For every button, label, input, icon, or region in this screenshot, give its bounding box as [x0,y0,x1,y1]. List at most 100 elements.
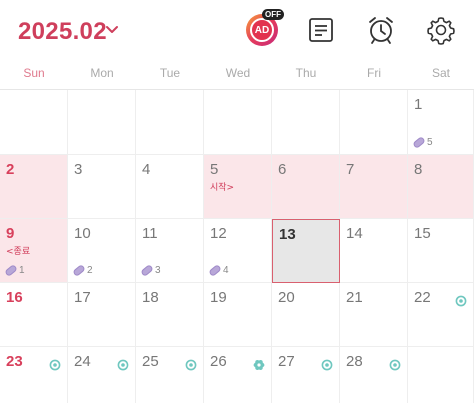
day-cell-4[interactable]: 4 [136,155,204,219]
day-number: 20 [278,289,295,306]
weekday-sun: Sun [23,66,45,80]
day-number: 6 [278,161,287,178]
day-number: 12 [210,225,227,242]
day-cell-24[interactable]: 24 [68,347,136,403]
pill-record: 5 [412,135,433,150]
day-cell-28[interactable]: 28 [340,347,408,403]
pill-icon [72,263,86,278]
day-number: 8 [414,161,423,178]
alarm-button[interactable] [363,12,399,48]
day-cell-9[interactable]: 9 <종료 1 [0,219,68,283]
day-number: 17 [74,289,91,306]
day-cell-7[interactable]: 7 [340,155,408,219]
day-cell-26[interactable]: 26 [204,347,272,403]
day-number: 5 [210,161,219,178]
empty-day-cell [408,347,474,403]
day-cell-8[interactable]: 8 [408,155,474,219]
day-cell-1[interactable]: 15 [408,90,474,155]
day-cell-14[interactable]: 14 [340,219,408,283]
ovulation-ring-icon [455,292,467,307]
weekday-mon: Mon [90,66,114,80]
memo-list-icon [309,18,333,42]
pill-count: 2 [87,265,93,276]
day-cell-27[interactable]: 27 [272,347,340,403]
pill-icon [208,263,222,278]
day-number: 13 [279,226,296,243]
day-number: 9 [6,225,15,242]
day-number: 3 [74,161,83,178]
day-cell-22[interactable]: 22 [408,283,474,347]
ad-off-label: OFF [262,9,284,20]
pill-record: 1 [4,263,25,278]
pill-record: 3 [140,263,161,278]
pill-count: 4 [223,265,229,276]
weekday-wed: Wed [225,66,251,80]
ovulation-ring-icon [389,356,401,371]
day-number: 23 [6,353,23,370]
day-number: 14 [346,225,363,242]
pill-record: 2 [72,263,93,278]
day-cell-11[interactable]: 11 3 [136,219,204,283]
day-cell-21[interactable]: 21 [340,283,408,347]
day-number: 28 [346,353,363,370]
weekday-header: Sun Mon Tue Wed Thu Fri Sat [0,66,474,88]
day-number: 19 [210,289,227,306]
settings-button[interactable] [423,12,459,48]
month-title[interactable]: 2025.02 [18,18,107,46]
day-cell-23[interactable]: 23 [0,347,68,403]
day-number: 4 [142,161,151,178]
day-cell-10[interactable]: 10 2 [68,219,136,283]
day-cell-25[interactable]: 25 [136,347,204,403]
day-number: 24 [74,353,91,370]
weekday-thu: Thu [295,66,317,80]
empty-day-cell [204,90,272,155]
pill-icon [140,263,154,278]
ovulation-ring-icon [321,356,333,371]
gear-icon [427,17,455,45]
flower-icon [253,356,265,370]
day-cell-2[interactable]: 2 [0,155,68,219]
day-cell-12[interactable]: 12 4 [204,219,272,283]
ad-label: AD [250,18,274,42]
period-event-label: 시작> [210,183,235,193]
day-number: 16 [6,289,23,306]
empty-day-cell [68,90,136,155]
day-number: 15 [414,225,431,242]
day-cell-18[interactable]: 18 [136,283,204,347]
empty-day-cell [0,90,68,155]
weekday-fri: Fri [367,66,381,80]
memo-button[interactable] [303,12,339,48]
alarm-clock-icon [369,17,393,44]
day-cell-17[interactable]: 17 [68,283,136,347]
day-number: 11 [142,225,158,242]
ad-off-button[interactable]: AD OFF [244,9,284,48]
pill-icon [4,263,18,278]
pill-icon [412,135,426,150]
day-cell-19[interactable]: 19 [204,283,272,347]
day-number: 25 [142,353,159,370]
calendar-grid: 1 5 2 3 4 5 시작> 6 7 8 9 <종료 1 10 2 11 3 12 4 13 14 15 16 17 18 19… [0,89,474,403]
day-cell-13[interactable]: 13 [272,219,340,283]
pill-record: 4 [208,263,229,278]
day-cell-3[interactable]: 3 [68,155,136,219]
ovulation-ring-icon [49,356,61,371]
ovulation-ring-icon [185,356,197,371]
day-cell-5[interactable]: 5 시작> [204,155,272,219]
day-number: 10 [74,225,91,242]
day-number: 27 [278,353,295,370]
period-event-label: <종료 [6,247,31,257]
day-cell-16[interactable]: 16 [0,283,68,347]
pill-count: 3 [155,265,161,276]
day-cell-20[interactable]: 20 [272,283,340,347]
pill-count: 5 [427,137,433,148]
chevron-down-icon[interactable] [104,22,120,38]
day-cell-15[interactable]: 15 [408,219,474,283]
day-number: 7 [346,161,355,178]
top-bar: 2025.02 AD OFF [0,0,474,62]
day-number: 22 [414,289,431,306]
day-cell-6[interactable]: 6 [272,155,340,219]
day-number: 26 [210,353,227,370]
ovulation-ring-icon [117,356,129,371]
empty-day-cell [136,90,204,155]
day-number: 21 [346,289,363,306]
